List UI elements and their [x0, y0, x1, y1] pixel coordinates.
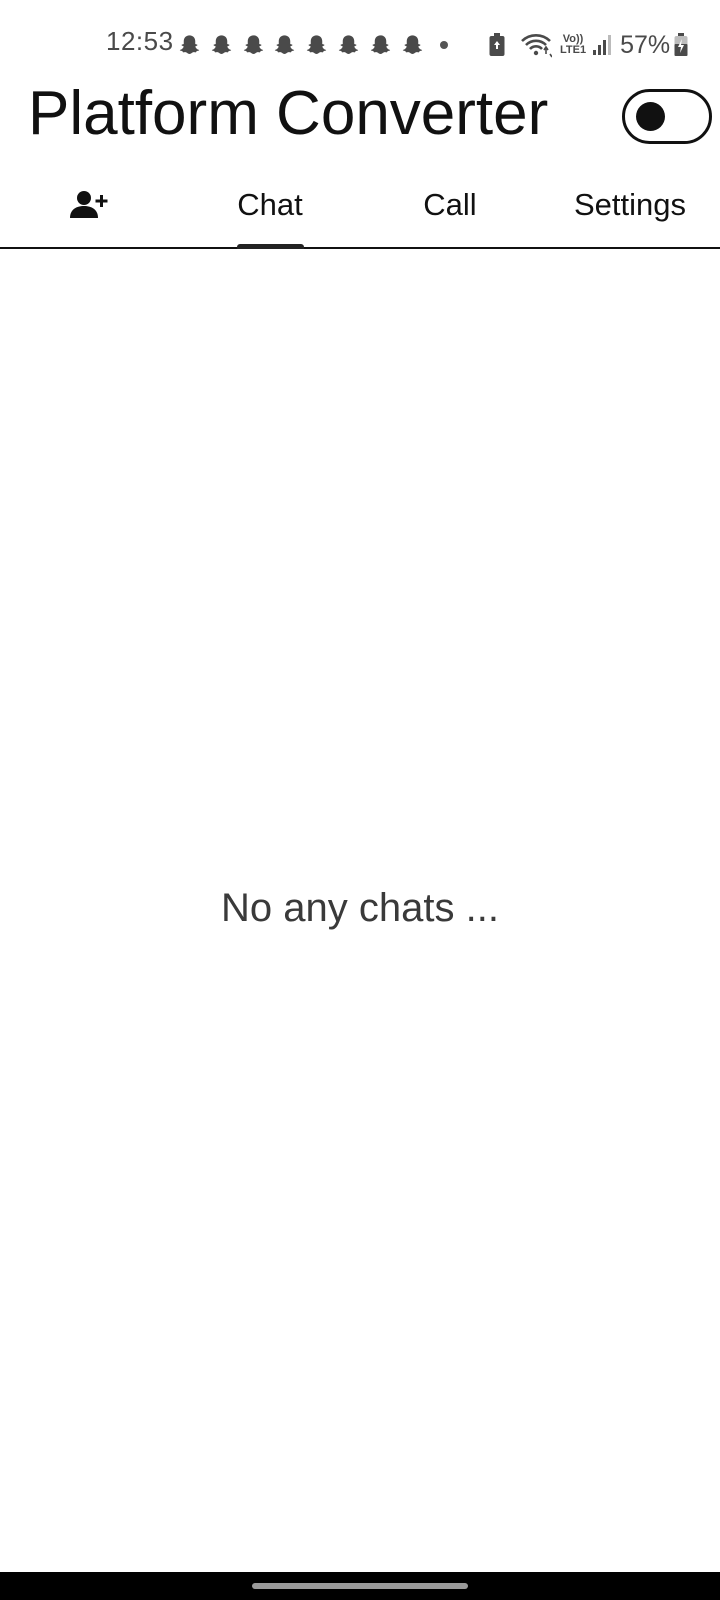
signal-icon — [593, 35, 612, 55]
system-icons: Vo)) LTE1 57% — [488, 30, 689, 60]
empty-chats-message: No any chats ... — [221, 886, 499, 930]
snapchat-ghost-icon — [179, 35, 200, 55]
app-screen: 12:53 Vo)) LTE1 57% Platform Converter C… — [0, 0, 720, 1600]
tab-settings-label: Settings — [573, 186, 686, 222]
snapchat-ghost-icon — [243, 35, 263, 55]
more-dot-icon — [440, 41, 449, 49]
theme-toggle-switch[interactable] — [622, 89, 712, 144]
tab-add-contact[interactable] — [0, 160, 180, 249]
wifi-icon — [521, 34, 552, 58]
battery-charging-icon — [674, 33, 688, 56]
tab-call-label: Call — [423, 186, 477, 222]
tab-call[interactable]: Call — [360, 160, 540, 249]
system-nav-bar — [0, 1572, 720, 1600]
snapchat-ghost-icon — [370, 35, 390, 55]
tab-settings[interactable]: Settings — [540, 160, 720, 249]
tab-chat[interactable]: Chat — [180, 160, 360, 249]
battery-percent: 57% — [620, 30, 671, 59]
snapchat-ghost-icon — [338, 35, 359, 55]
notification-icons — [178, 32, 449, 58]
volte-icon: Vo)) LTE1 — [560, 34, 586, 56]
tab-bar: Chat Call Settings — [0, 160, 720, 249]
tab-chat-label: Chat — [237, 186, 303, 222]
battery-saver-icon — [489, 33, 505, 56]
snapchat-ghost-icon — [211, 35, 231, 55]
snapchat-ghost-icon — [402, 35, 422, 55]
volte-label-bottom: LTE1 — [560, 44, 587, 56]
home-gesture-handle[interactable] — [252, 1583, 468, 1589]
snapchat-ghost-icon — [307, 35, 327, 55]
toggle-knob — [636, 102, 665, 131]
selected-tab-indicator — [237, 244, 304, 249]
status-bar: 12:53 Vo)) LTE1 57% — [0, 0, 720, 88]
status-time: 12:53 — [106, 26, 174, 56]
person-add-icon — [70, 190, 108, 218]
app-title: Platform Converter — [28, 79, 549, 148]
snapchat-ghost-icon — [275, 35, 295, 55]
